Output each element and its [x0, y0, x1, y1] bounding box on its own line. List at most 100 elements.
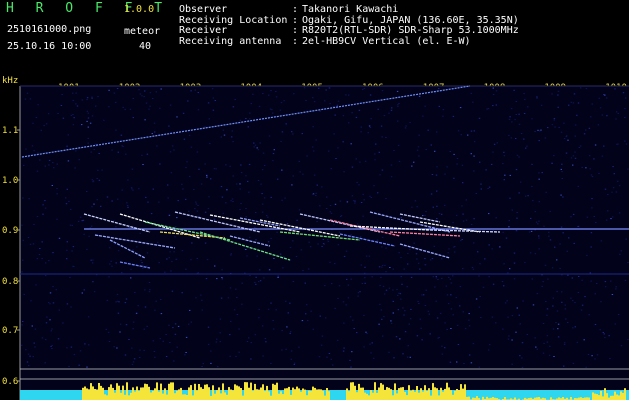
noise-dot	[281, 330, 283, 332]
noise-dot	[543, 225, 545, 227]
noise-dot	[418, 303, 420, 304]
noise-dot	[456, 158, 459, 159]
noise-dot	[272, 223, 274, 225]
noise-dot	[289, 332, 291, 334]
noise-dot	[351, 112, 353, 114]
noise-dot	[391, 107, 393, 109]
noise-dot	[142, 267, 144, 269]
noise-dot	[27, 237, 30, 238]
noise-dot	[69, 276, 71, 278]
band-bar	[450, 390, 452, 400]
noise-dot	[435, 174, 438, 176]
noise-dot	[249, 275, 251, 277]
noise-dot	[376, 239, 379, 241]
noise-dot	[78, 159, 80, 161]
noise-dot	[615, 191, 618, 193]
noise-dot	[322, 243, 325, 245]
band-bar	[446, 382, 448, 400]
noise-dot	[154, 309, 156, 311]
band-bar	[134, 391, 136, 400]
noise-dot	[30, 300, 32, 302]
noise-dot	[86, 120, 88, 122]
noise-dot	[614, 323, 617, 325]
band-bar	[370, 390, 372, 400]
noise-dot	[462, 268, 464, 270]
noise-dot	[108, 89, 110, 91]
noise-dot	[553, 356, 555, 357]
noise-dot	[470, 92, 472, 94]
noise-dot	[560, 194, 562, 196]
noise-dot	[601, 155, 604, 157]
noise-dot	[383, 115, 386, 117]
noise-dot	[364, 272, 366, 274]
band-bar	[164, 388, 166, 400]
noise-dot	[524, 262, 526, 264]
noise-dot	[388, 112, 390, 114]
noise-dot	[86, 97, 89, 99]
noise-dot	[473, 242, 475, 244]
noise-dot	[390, 164, 393, 166]
noise-dot	[198, 215, 200, 217]
noise-dot	[143, 96, 145, 98]
noise-dot	[301, 320, 304, 322]
noise-dot	[570, 297, 572, 299]
noise-dot	[175, 258, 178, 260]
noise-dot	[597, 124, 600, 126]
noise-dot	[570, 216, 572, 218]
band-bar	[96, 389, 98, 400]
noise-dot	[262, 355, 264, 357]
noise-dot	[131, 347, 133, 349]
noise-dot	[433, 245, 435, 247]
noise-dot	[38, 254, 41, 255]
noise-dot	[24, 98, 27, 100]
noise-dot	[417, 262, 420, 264]
noise-dot	[503, 285, 505, 287]
noise-dot	[108, 247, 111, 249]
noise-dot	[307, 268, 310, 270]
noise-dot	[488, 186, 491, 188]
meteor-trail	[389, 231, 461, 237]
noise-dot	[393, 357, 395, 359]
noise-dot	[265, 225, 268, 227]
noise-dot	[149, 92, 152, 94]
noise-dot	[182, 188, 184, 190]
noise-dot	[98, 179, 101, 181]
band-bar	[98, 383, 100, 400]
noise-dot	[46, 316, 48, 318]
noise-dot	[340, 215, 343, 217]
noise-dot	[508, 335, 510, 337]
noise-dot	[259, 142, 261, 144]
noise-dot	[133, 358, 136, 360]
band-bar	[598, 395, 600, 400]
noise-dot	[312, 126, 314, 128]
noise-dot	[219, 332, 221, 334]
noise-dot	[383, 293, 386, 295]
meteor-trail	[399, 213, 441, 223]
noise-dot	[239, 183, 241, 185]
band-bar	[132, 387, 134, 400]
noise-dot	[328, 150, 330, 152]
noise-dot	[217, 237, 220, 239]
noise-dot	[108, 341, 111, 342]
noise-dot	[289, 302, 291, 304]
noise-dot	[312, 150, 315, 152]
noise-dot	[392, 289, 394, 291]
band-bar	[348, 391, 350, 400]
noise-dot	[292, 281, 295, 282]
noise-dot	[21, 344, 23, 346]
noise-dot	[52, 252, 54, 254]
band-bar	[118, 385, 120, 400]
noise-dot	[373, 185, 375, 187]
noise-dot	[254, 334, 257, 336]
noise-dot	[188, 210, 190, 212]
meteor-trail	[429, 229, 501, 233]
noise-dot	[591, 355, 593, 357]
noise-dot	[363, 346, 365, 348]
station-info: Observer: Takanori Kawachi Receiving Loca…	[179, 4, 519, 47]
meteor-trail	[329, 219, 401, 237]
noise-dot	[254, 144, 257, 146]
noise-dot	[565, 318, 567, 320]
noise-dot	[338, 285, 341, 287]
noise-dot	[169, 104, 172, 106]
noise-dot	[200, 294, 202, 296]
